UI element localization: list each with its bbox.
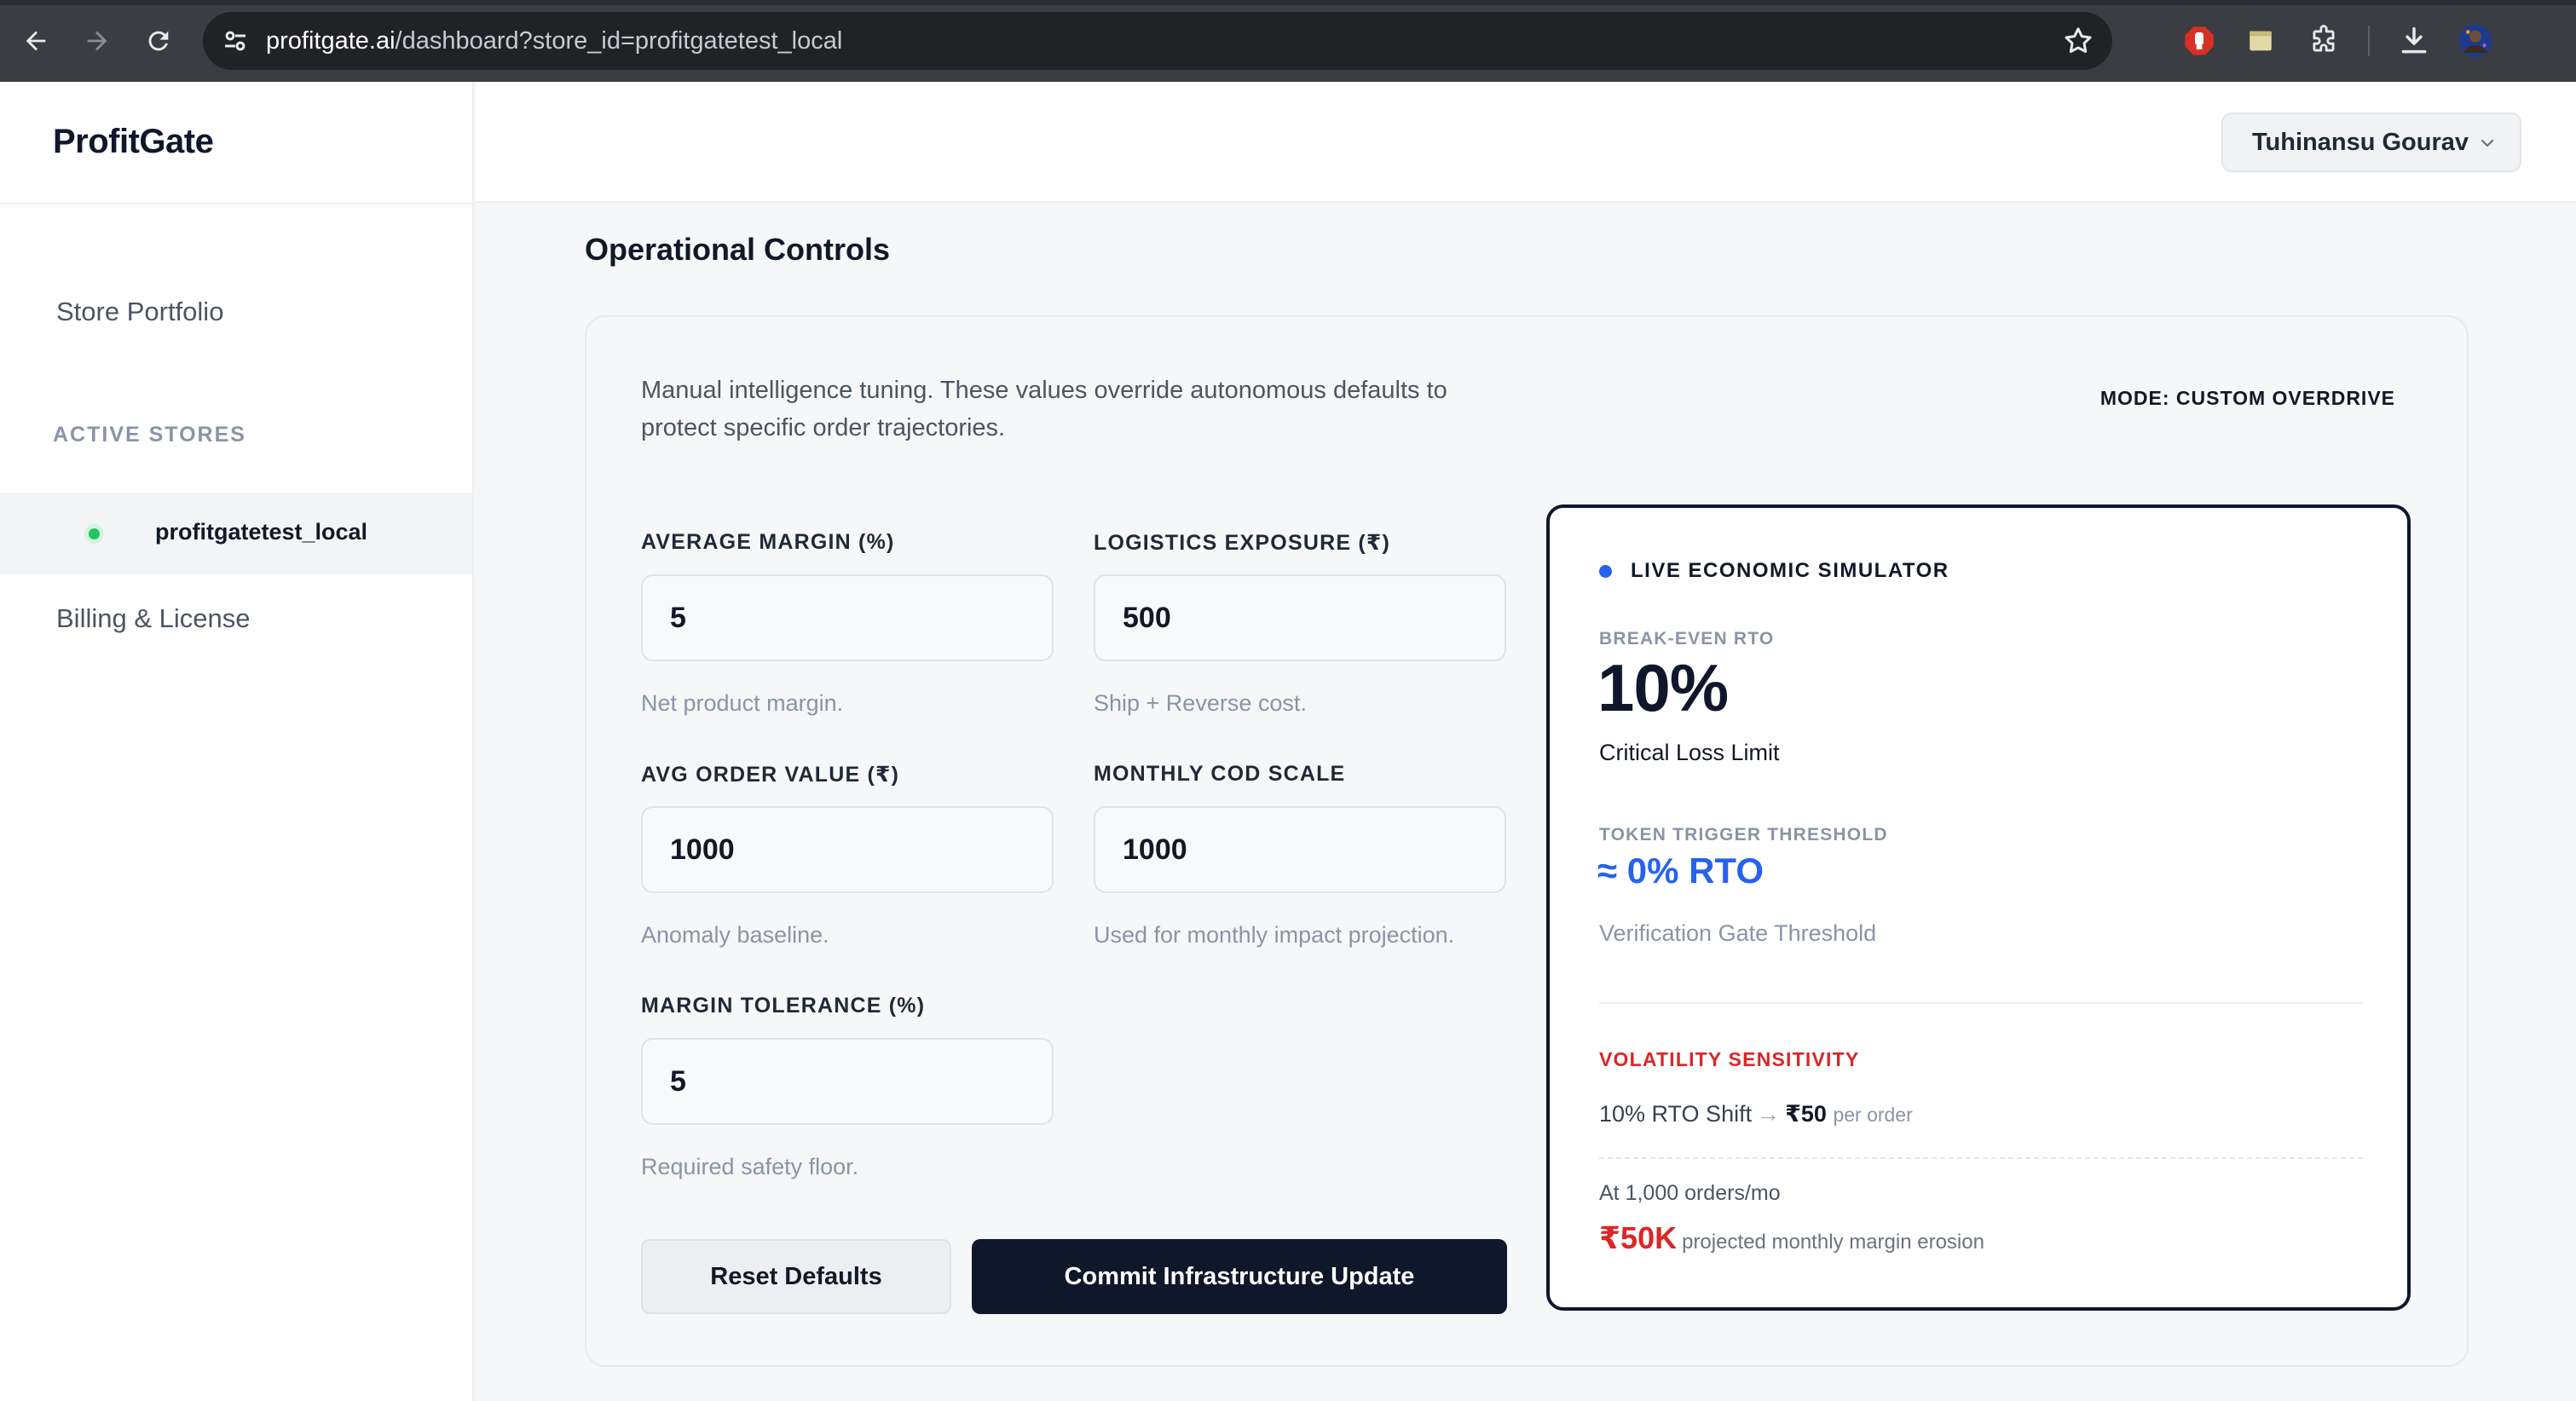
- orders-per-month-text: At 1,000 orders/mo: [1599, 1181, 1781, 1205]
- sidebar-item-billing[interactable]: Billing & License: [56, 603, 250, 634]
- browser-toolbar: profitgate.ai/dashboard?store_id=profitg…: [0, 0, 2576, 82]
- token-trigger-caption: Verification Gate Threshold: [1599, 920, 1877, 946]
- economic-simulator-panel: LIVE ECONOMIC SIMULATOR BREAK-EVEN RTO 1…: [1546, 504, 2411, 1311]
- token-trigger-value: ≈ 0% RTO: [1597, 850, 1764, 891]
- rto-shift-unit: per order: [1833, 1104, 1913, 1126]
- chevron-down-icon: [2481, 139, 2494, 147]
- store-status-dot: [89, 528, 100, 539]
- browser-tabstrip-edge: [0, 0, 2576, 5]
- app-header: Tuhinansu Gourav: [476, 82, 2576, 203]
- logistics-exposure-input[interactable]: [1094, 574, 1506, 661]
- arrow-right-icon: →: [1757, 1101, 1781, 1127]
- extension-stop-icon[interactable]: [2180, 22, 2218, 60]
- rto-shift-line: 10% RTO Shift → ₹50 per order: [1599, 1101, 1913, 1127]
- reset-defaults-button[interactable]: Reset Defaults: [641, 1239, 951, 1314]
- forward-arrow-icon[interactable]: [77, 20, 118, 61]
- profile-avatar-icon[interactable]: [2457, 22, 2494, 60]
- margin-tolerance-label: MARGIN TOLERANCE (%): [641, 994, 926, 1018]
- monthly-cod-scale-input[interactable]: [1094, 806, 1506, 893]
- extension-note-icon[interactable]: [2242, 22, 2279, 60]
- margin-tolerance-input[interactable]: [641, 1038, 1054, 1125]
- active-stores-heading: ACTIVE STORES: [53, 423, 246, 447]
- address-bar[interactable]: profitgate.ai/dashboard?store_id=profitg…: [203, 12, 2112, 70]
- user-name: Tuhinansu Gourav: [2252, 128, 2469, 156]
- monthly-cod-scale-label: MONTHLY COD SCALE: [1094, 762, 1346, 786]
- live-indicator-dot: [1599, 564, 1612, 578]
- sidebar-divider: [0, 203, 474, 205]
- url-host: profitgate.ai: [266, 27, 396, 55]
- margin-erosion-line: ₹50K projected monthly margin erosion: [1599, 1220, 1984, 1256]
- operational-controls-card: Manual intelligence tuning. These values…: [585, 315, 2469, 1367]
- url-path: /dashboard?store_id=profitgatetest_local: [395, 27, 843, 55]
- avg-margin-help: Net product margin.: [641, 690, 844, 716]
- simulator-dashed-divider: [1599, 1157, 2363, 1159]
- breakeven-rto-label: BREAK-EVEN RTO: [1599, 629, 1775, 649]
- reload-icon[interactable]: [138, 20, 179, 61]
- monthly-cod-scale-help: Used for monthly impact projection.: [1094, 922, 1455, 948]
- extensions-puzzle-icon[interactable]: [2305, 22, 2342, 60]
- avg-order-value-input[interactable]: [641, 806, 1054, 893]
- back-arrow-icon[interactable]: [15, 20, 56, 61]
- simulator-header: LIVE ECONOMIC SIMULATOR: [1599, 559, 1949, 583]
- rto-shift-amount: ₹50: [1785, 1101, 1827, 1127]
- sidebar-item-active-store[interactable]: profitgatetest_local: [0, 493, 472, 574]
- margin-erosion-text: projected monthly margin erosion: [1682, 1231, 1984, 1254]
- user-menu-button[interactable]: Tuhinansu Gourav: [2221, 112, 2521, 172]
- page-title: Operational Controls: [585, 232, 891, 267]
- breakeven-rto-caption: Critical Loss Limit: [1599, 740, 1780, 765]
- margin-tolerance-help: Required safety floor.: [641, 1154, 859, 1179]
- download-icon[interactable]: [2395, 22, 2433, 60]
- token-trigger-label: TOKEN TRIGGER THRESHOLD: [1599, 825, 1888, 845]
- toolbar-separator: [2368, 26, 2370, 56]
- avg-margin-label: AVERAGE MARGIN (%): [641, 530, 895, 554]
- avg-margin-input[interactable]: [641, 574, 1054, 661]
- brand-logo[interactable]: ProfitGate: [53, 123, 214, 161]
- logistics-exposure-label: LOGISTICS EXPOSURE (₹): [1094, 531, 1390, 555]
- volatility-sensitivity-label: VOLATILITY SENSITIVITY: [1599, 1048, 1860, 1070]
- site-settings-icon[interactable]: [220, 26, 251, 56]
- address-url[interactable]: profitgate.ai/dashboard?store_id=profitg…: [266, 26, 842, 55]
- sidebar-item-store-portfolio[interactable]: Store Portfolio: [56, 297, 223, 327]
- simulator-title: LIVE ECONOMIC SIMULATOR: [1631, 559, 1949, 582]
- logistics-exposure-help: Ship + Reverse cost.: [1094, 690, 1307, 716]
- margin-erosion-value: ₹50K: [1599, 1220, 1678, 1255]
- active-store-name: profitgatetest_local: [155, 519, 368, 545]
- breakeven-rto-value: 10%: [1597, 650, 1729, 725]
- mode-indicator: MODE: CUSTOM OVERDRIVE: [2099, 387, 2395, 409]
- rto-shift-text: 10% RTO Shift: [1599, 1101, 1753, 1127]
- bookmark-star-icon[interactable]: [2061, 24, 2095, 58]
- simulator-divider: [1599, 1002, 2363, 1004]
- avg-order-value-label: AVG ORDER VALUE (₹): [641, 763, 900, 787]
- sidebar: ProfitGate Store Portfolio ACTIVE STORES…: [0, 82, 474, 1401]
- avg-order-value-help: Anomaly baseline.: [641, 922, 829, 948]
- card-description: Manual intelligence tuning. These values…: [641, 377, 1447, 441]
- commit-update-button[interactable]: Commit Infrastructure Update: [972, 1239, 1507, 1314]
